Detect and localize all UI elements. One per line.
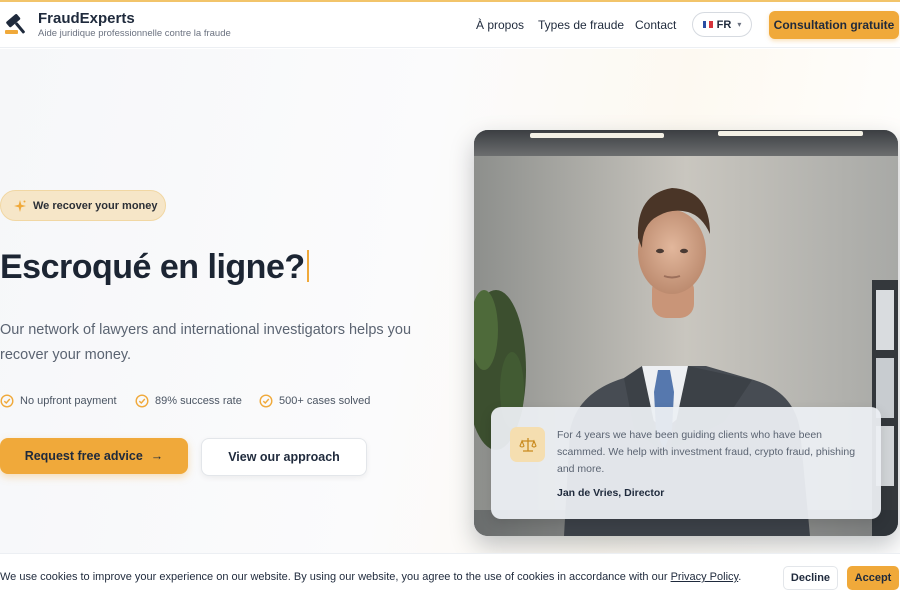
site-header: FraudExperts Aide juridique professionne… xyxy=(0,2,900,48)
cookie-message: We use cookies to improve your experienc… xyxy=(0,571,741,583)
check-circle-icon xyxy=(259,394,273,408)
feature-label: No upfront payment xyxy=(20,395,117,407)
typing-caret xyxy=(306,250,309,282)
request-advice-button[interactable]: Request free advice → xyxy=(0,438,188,474)
feature-success-rate: 89% success rate xyxy=(135,394,242,408)
language-label: FR xyxy=(716,18,732,31)
decline-cookies-button[interactable]: Decline xyxy=(783,566,838,590)
check-circle-icon xyxy=(0,394,14,408)
french-flag-icon xyxy=(702,21,713,28)
check-circle-icon xyxy=(135,394,149,408)
testimonial-card: For 4 years we have been guiding clients… xyxy=(491,407,881,519)
feature-cases-solved: 500+ cases solved xyxy=(259,394,370,408)
cookie-banner: We use cookies to improve your experienc… xyxy=(0,553,900,600)
nav-link-contact[interactable]: Contact xyxy=(635,18,676,32)
cookie-text: We use cookies to improve your experienc… xyxy=(0,571,671,583)
feature-label: 500+ cases solved xyxy=(279,395,371,407)
free-consultation-button[interactable]: Consultation gratuite xyxy=(769,11,899,39)
testimonial-author: Jan de Vries, Director xyxy=(557,487,665,499)
hero-headline: Escroqué en ligne? xyxy=(0,248,309,287)
nav-link-fraud-types[interactable]: Types de fraude xyxy=(538,18,624,32)
language-selector[interactable]: FR ▾ xyxy=(692,12,752,37)
scales-icon xyxy=(510,427,545,462)
brand-tagline: Aide juridique professionnelle contre la… xyxy=(38,28,231,39)
cookie-suffix: . xyxy=(738,571,742,583)
hero-lead: Our network of lawyers and international… xyxy=(0,322,412,363)
request-advice-label: Request free advice xyxy=(24,449,143,463)
hero-badge: We recover your money xyxy=(0,190,166,221)
testimonial-text: For 4 years we have been guiding clients… xyxy=(557,429,856,475)
hero-headline-text: Escroqué en ligne? xyxy=(0,248,305,286)
hero-badge-label: We recover your money xyxy=(33,199,158,212)
feature-label: 89% success rate xyxy=(155,395,242,407)
arrow-right-icon: → xyxy=(150,449,164,463)
accept-cookies-button[interactable]: Accept xyxy=(847,566,899,590)
view-approach-button[interactable]: View our approach xyxy=(201,438,367,476)
brand-name[interactable]: FraudExperts xyxy=(38,10,135,27)
feature-no-upfront: No upfront payment xyxy=(0,394,117,408)
nav-link-about[interactable]: À propos xyxy=(476,18,524,32)
privacy-policy-link[interactable]: Privacy Policy xyxy=(671,571,739,583)
sparkle-icon xyxy=(14,199,26,212)
chevron-down-icon: ▾ xyxy=(737,20,742,29)
gavel-icon[interactable] xyxy=(2,10,32,38)
